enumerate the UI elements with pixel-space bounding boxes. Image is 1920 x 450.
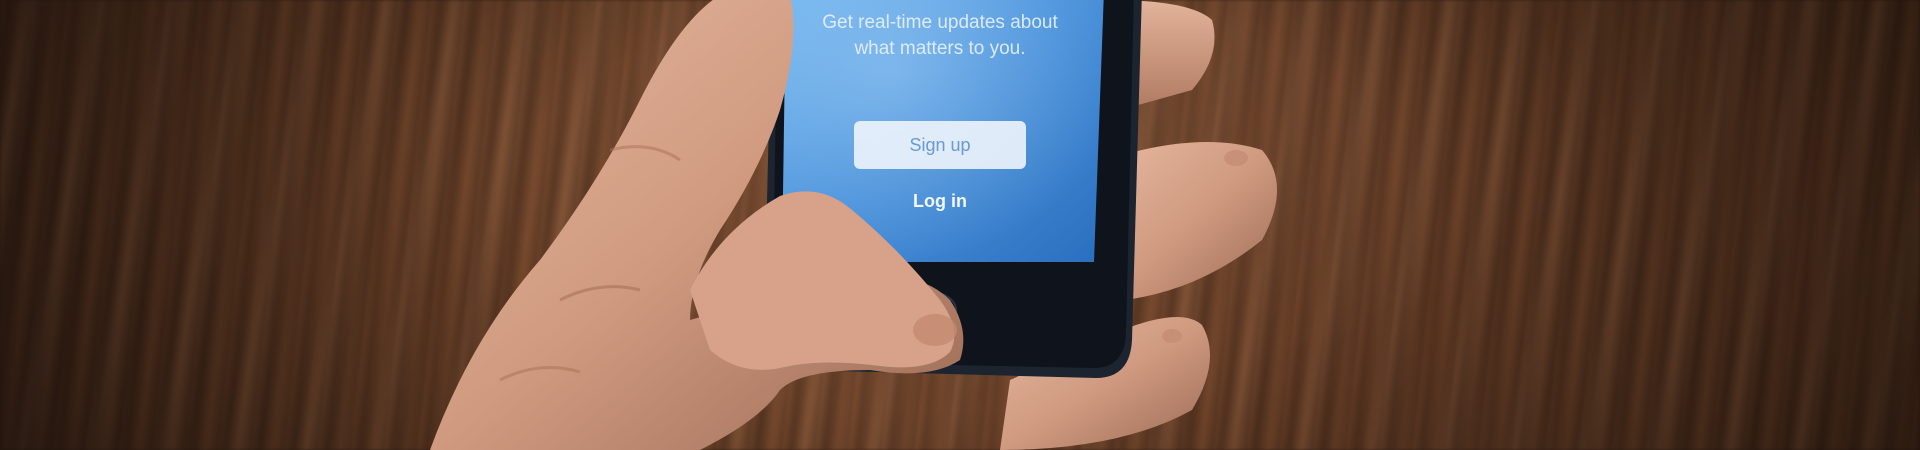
photo-scene: Get real-time updates about what matters… (0, 0, 1920, 450)
onboarding-tagline: Get real-time updates about what matters… (822, 12, 1058, 59)
phone-screen-ui: Get real-time updates about what matters… (782, 0, 1098, 262)
login-link[interactable]: Log in (782, 191, 1098, 212)
signup-button[interactable]: Sign up (854, 121, 1026, 169)
